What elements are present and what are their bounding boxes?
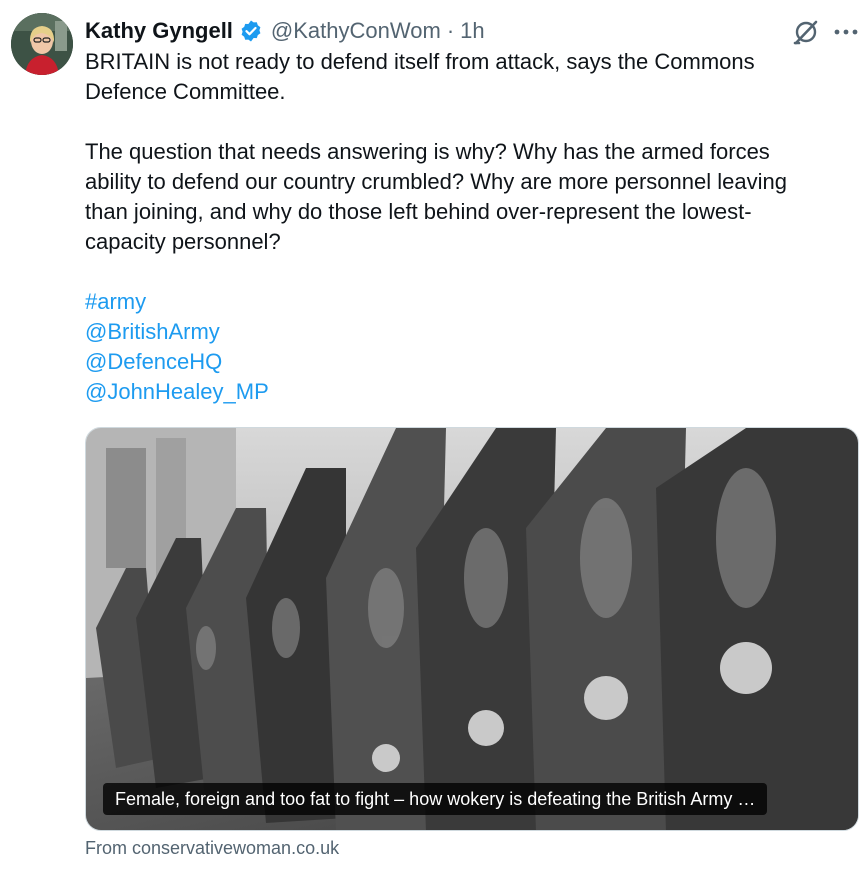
mention-link-defencehq[interactable]: @DefenceHQ	[85, 347, 845, 377]
display-name[interactable]: Kathy Gyngell	[85, 18, 233, 44]
user-handle[interactable]: @KathyConWom	[271, 18, 441, 44]
header-separator: ·	[446, 18, 455, 43]
avatar-image	[11, 13, 73, 75]
card-image	[86, 428, 858, 830]
tweet-text-line: ability to defend our country crumbled? …	[85, 169, 787, 194]
tweet-header: Kathy Gyngell @KathyConWom · 1h	[85, 14, 485, 48]
verified-badge-icon	[239, 19, 263, 43]
timestamp[interactable]: 1h	[460, 18, 484, 44]
mention-link-johnhealey[interactable]: @JohnHealey_MP	[85, 377, 845, 407]
link-card[interactable]	[85, 427, 859, 831]
card-source[interactable]: From conservativewoman.co.uk	[85, 838, 339, 859]
tweet-body: BRITAIN is not ready to defend itself fr…	[85, 47, 845, 407]
tweet-text-line: The question that needs answering is why…	[85, 139, 770, 164]
tweet-text-line: Defence Committee.	[85, 79, 286, 104]
tweet-text-line: than joining, and why do those left behi…	[85, 199, 752, 224]
grok-icon[interactable]	[791, 17, 821, 47]
more-options-icon[interactable]	[830, 16, 862, 46]
hashtag-link-army[interactable]: #army	[85, 287, 845, 317]
card-title[interactable]: Female, foreign and too fat to fight – h…	[103, 783, 768, 815]
avatar[interactable]	[11, 13, 73, 75]
tweet-text-line: BRITAIN is not ready to defend itself fr…	[85, 49, 755, 74]
tweet-text-line: capacity personnel?	[85, 229, 281, 254]
mention-link-britisharmy[interactable]: @BritishArmy	[85, 317, 845, 347]
